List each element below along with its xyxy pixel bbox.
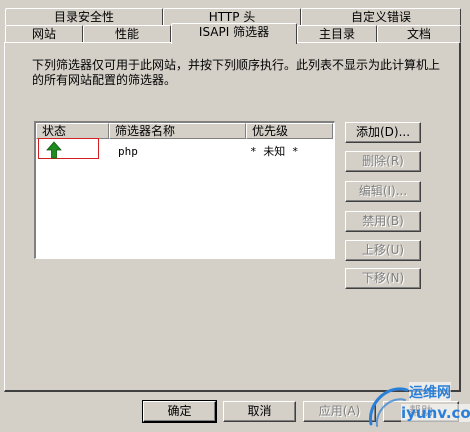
watermark-text-cn: 运维网 [409, 382, 451, 402]
edit-button[interactable]: 编辑(I)... [345, 181, 421, 202]
disable-button[interactable]: 禁用(B) [345, 211, 421, 232]
description-text: 下列筛选器仅可用于此网站，并按下列顺序执行。此列表不显示为此计算机上的所有网站配… [32, 58, 441, 87]
tab-documents[interactable]: 文档 [377, 25, 461, 42]
tab-label: HTTP 头 [208, 10, 256, 24]
watermark-logo: 运维网 iyunv.com [365, 378, 470, 429]
tab-performance[interactable]: 性能 [83, 25, 171, 42]
add-button[interactable]: 添加(D)... [345, 122, 421, 143]
watermark-text-en: iyunv.com [401, 404, 470, 422]
tab-home-directory[interactable]: 主目录 [297, 25, 377, 42]
move-down-button[interactable]: 下移(N) [345, 268, 421, 289]
tab-label: 主目录 [318, 27, 355, 41]
filter-name-cell: php [118, 145, 138, 158]
tab-label: 性能 [114, 27, 139, 41]
tab-directory-security[interactable]: 目录安全性 [5, 8, 163, 25]
cancel-button[interactable]: 取消 [223, 401, 296, 422]
tab-custom-errors[interactable]: 自定义错误 [301, 8, 461, 25]
status-cell [38, 138, 99, 159]
move-up-button[interactable]: 上移(U) [345, 240, 421, 261]
priority-cell: * 未知 * [250, 145, 299, 158]
filter-listbox[interactable]: 状态 筛选器名称 优先级 php * 未知 * [34, 121, 335, 259]
tab-isapi-filters[interactable]: ISAPI 筛选器 [171, 23, 297, 44]
tab-label: 网站 [31, 27, 56, 41]
tab-label: 文档 [406, 27, 431, 41]
tab-label: 自定义错误 [350, 10, 411, 24]
green-up-arrow-icon [46, 141, 62, 159]
tab-label: 目录安全性 [53, 10, 114, 24]
ok-button[interactable]: 确定 [142, 400, 217, 423]
tab-website[interactable]: 网站 [5, 25, 83, 42]
tab-label: ISAPI 筛选器 [198, 25, 270, 39]
list-item[interactable]: php * 未知 * [36, 123, 333, 163]
remove-button[interactable]: 删除(R) [345, 151, 421, 172]
